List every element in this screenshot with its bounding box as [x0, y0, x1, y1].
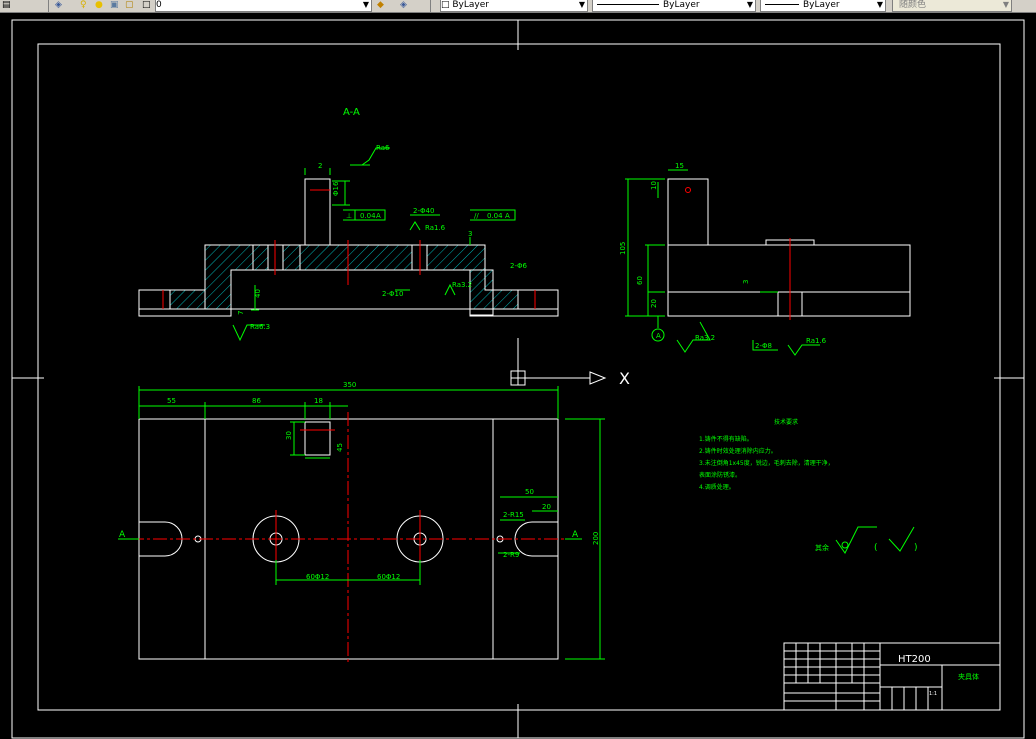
dim-3-side: 3 [742, 280, 750, 284]
dim-18: 18 [314, 397, 323, 405]
lineweight-dropdown-value: ByLayer [803, 0, 840, 10]
toolbar-separator [48, 0, 49, 12]
layer-lock-icon[interactable]: ▣ [110, 0, 119, 12]
tech-req-title: 技术要求 [774, 418, 798, 426]
dim-2-phi8: 2-Φ8 [755, 342, 772, 350]
dim-10: 10 [650, 181, 658, 190]
dim-30: 30 [285, 431, 293, 440]
lineweight-dropdown[interactable]: ByLayer ▼ [760, 0, 886, 12]
section-view [138, 178, 559, 317]
linetype-preview [597, 4, 659, 5]
dim-7: 7 [237, 311, 245, 315]
dim-15: 15 [675, 162, 684, 170]
toolbar-separator [430, 0, 431, 12]
surface-note-label: 其余 [815, 543, 829, 552]
dim-55: 55 [167, 397, 176, 405]
ucs-x-label: X [619, 369, 630, 388]
dim-105: 105 [619, 242, 627, 255]
make-current-layer-icon[interactable]: ◆ [377, 0, 384, 12]
layer-color-swatch: □ [142, 0, 151, 10]
section-title: A-A [343, 107, 360, 118]
dim-20: 20 [650, 299, 658, 308]
title-block-scale: 1:1 [929, 691, 937, 697]
surface-note-paren-open: ( [874, 543, 878, 553]
layer-on-icon[interactable]: ♀ [80, 0, 87, 12]
linetype-dropdown[interactable]: ByLayer ▼ [592, 0, 756, 12]
layer-dropdown[interactable]: 0 ▼ [155, 0, 372, 12]
chevron-down-icon: ▼ [746, 0, 753, 9]
dim-86: 86 [252, 397, 261, 405]
dim-60: 60 [636, 276, 644, 285]
layer-plot-icon[interactable]: ▢ [125, 0, 134, 12]
tolerance-symbol-1: ⊥ [346, 212, 352, 220]
chevron-down-icon: ▼ [362, 0, 369, 9]
tolerance-symbol-2: // [474, 212, 479, 220]
plan-dimensions: 350 55 86 18 30 45 50 20 200 2-R15 2-R9 … [118, 381, 605, 660]
tech-requirements: 技术要求 1.铸件不得有缺陷。 2.铸件时效处理消除内应力。 3.未注倒角1x4… [699, 418, 834, 491]
roughness-ra16: Ra1.6 [425, 224, 446, 232]
linetype-dropdown-value: ByLayer [663, 0, 700, 10]
section-dimensions: 2 Φ16 Ra6 ⊥ 0.04 A 2-Φ40 // 0.04 A Ra1.6… [232, 144, 527, 342]
section-mark-left: A [119, 530, 126, 540]
ucs-icon [510, 338, 607, 386]
tolerance-value-1: 0.04 [360, 212, 376, 220]
dim-40: 40 [254, 289, 262, 298]
tolerance-ref-1: A [376, 212, 381, 220]
roughness-ra16-side: Ra1.6 [806, 337, 827, 345]
dim-phi16: Φ16 [332, 181, 340, 196]
dim-60-left: 60Φ12 [306, 573, 329, 581]
tech-req-line-4: 表面涂防锈漆。 [699, 471, 741, 479]
chevron-down-icon: ▼ [578, 0, 585, 9]
tech-req-line-5: 4.调质处理。 [699, 483, 735, 491]
datum-label: A [656, 332, 661, 340]
tech-req-line-3: 3.未注倒角1x45度，锐边，毛刺去除，清理干净， [699, 459, 834, 467]
dim-45: 45 [336, 443, 344, 452]
color-dropdown[interactable]: □ ByLayer ▼ [440, 0, 588, 12]
plan-view [130, 412, 565, 665]
surface-note-paren-close: ) [914, 543, 918, 553]
tolerance-ref-2: A [505, 212, 510, 220]
roughness-ra6: Ra6 [376, 144, 390, 152]
section-mark-right: A [572, 530, 579, 540]
layer-freeze-icon[interactable]: ● [95, 0, 103, 12]
dim-350: 350 [343, 381, 356, 389]
dim-2-phi40: 2-Φ40 [413, 207, 434, 215]
color-dropdown-value: ByLayer [452, 0, 489, 10]
color-swatch-icon: □ [441, 0, 453, 10]
title-block-part-name: 夹具体 [958, 672, 979, 681]
title-block-material: HT200 [898, 654, 931, 665]
drawing-canvas[interactable]: A-A 2 Φ16 Ra6 ⊥ 0.04 A 2-Φ40 // 0.04 A R… [0, 12, 1036, 739]
tech-req-line-1: 1.铸件不得有缺陷。 [699, 435, 753, 443]
roughness-ra32-side: Ra3.2 [695, 334, 715, 342]
dim-60-right: 60Φ12 [377, 573, 400, 581]
side-view-dimensions: 15 10 105 60 20 A Ra3.2 3 2-Φ8 Ra1.6 [619, 162, 827, 356]
plotstyle-dropdown-value: 随颜色 [899, 0, 927, 10]
layer-states-icon[interactable]: ◈ [55, 0, 62, 12]
tech-req-line-2: 2.铸件时效处理消除内应力。 [699, 447, 777, 455]
chevron-down-icon: ▼ [1002, 0, 1009, 9]
chevron-down-icon: ▼ [876, 0, 883, 9]
dim-2-r15: 2-R15 [503, 511, 524, 519]
dim-2-phi10: 2-Φ10 [382, 290, 403, 298]
layer-dropdown-value: 0 [156, 0, 162, 10]
roughness-ra32: Ra3.2 [452, 281, 472, 289]
layer-manager-icon[interactable]: ▤ [2, 0, 11, 12]
dim-2-r9: 2-R9 [503, 551, 519, 559]
layer-previous-icon[interactable]: ◈ [400, 0, 407, 12]
dim-2: 2 [318, 162, 322, 170]
dim-3: 3 [468, 230, 472, 238]
tolerance-value-2: 0.04 [487, 212, 503, 220]
dim-50: 50 [525, 488, 534, 496]
side-view [667, 178, 911, 320]
lineweight-preview [765, 4, 799, 5]
dim-20-plan: 20 [542, 503, 551, 511]
plotstyle-dropdown[interactable]: 随颜色 ▼ [892, 0, 1012, 12]
roughness-ra63: Ra6.3 [250, 323, 270, 331]
dim-200: 200 [592, 532, 600, 545]
dim-2-phi6: 2-Φ6 [510, 262, 527, 270]
